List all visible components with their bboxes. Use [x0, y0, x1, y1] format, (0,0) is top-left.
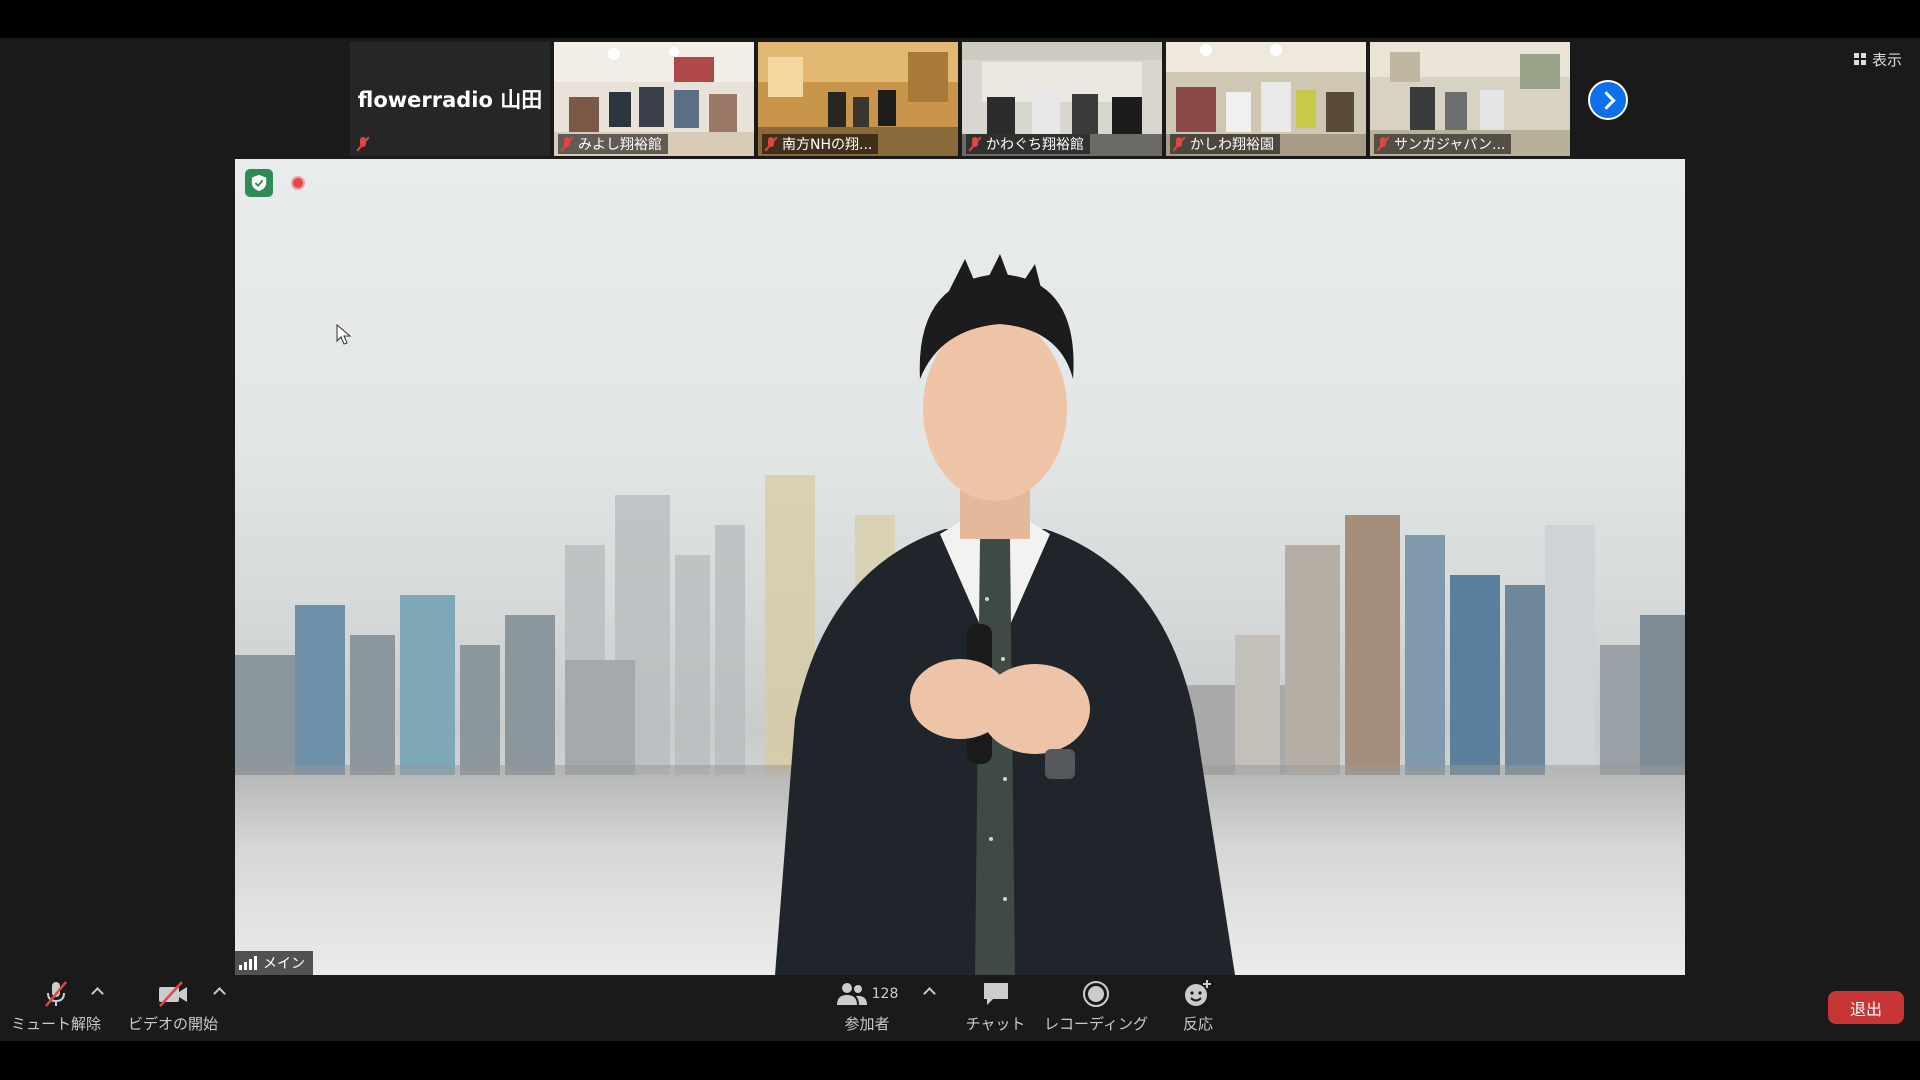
mic-muted-icon	[356, 136, 370, 152]
leave-button[interactable]: 退出	[1828, 991, 1904, 1024]
participants-icon: 128	[836, 979, 899, 1009]
participant-tile[interactable]: かしわ翔裕園	[1166, 42, 1366, 156]
participant-name: サンガジャパン...	[1394, 137, 1506, 153]
speaker-person	[775, 254, 1235, 975]
next-page-arrow-icon[interactable]	[1588, 80, 1628, 120]
mic-muted-icon	[968, 136, 982, 152]
mic-muted-icon	[764, 136, 778, 152]
reaction-smiley-icon	[1183, 979, 1213, 1009]
participants-button[interactable]: 128 参加者	[832, 979, 902, 1034]
chat-button[interactable]: チャット	[963, 979, 1028, 1034]
chat-bubble-icon	[981, 979, 1011, 1009]
participant-name: かわぐち翔裕館	[986, 137, 1084, 153]
recording-indicator-icon	[291, 176, 305, 190]
top-bar	[0, 0, 1920, 38]
mic-muted-icon	[41, 979, 71, 1009]
mic-muted-icon	[1172, 136, 1186, 152]
mic-muted-icon	[560, 136, 574, 152]
reactions-label: 反応	[1182, 1015, 1213, 1033]
view-button[interactable]: 表示	[1853, 48, 1902, 70]
mouse-cursor-icon	[336, 324, 352, 345]
record-icon	[1082, 979, 1110, 1009]
participants-options-caret-icon[interactable]	[923, 987, 936, 1000]
participant-label: かわぐち翔裕館	[966, 134, 1090, 154]
zoom-meeting-window: 表示 flowerradio 山田 みよし翔裕館 南方NHの翔... かわぐち翔…	[0, 0, 1920, 1080]
main-video-label: メイン	[235, 951, 313, 975]
active-speaker-name: flowerradio 山田	[357, 88, 543, 112]
bottom-bar	[0, 1041, 1920, 1080]
start-video-label: ビデオの開始	[128, 1015, 219, 1033]
main-video-name: メイン	[263, 956, 305, 972]
participant-label: サンガジャパン...	[1374, 134, 1512, 154]
tile-mute-indicator	[354, 134, 376, 154]
participant-label: かしわ翔裕園	[1170, 134, 1280, 154]
main-video[interactable]: メイン	[235, 159, 1685, 975]
reactions-button[interactable]: 反応	[1166, 979, 1230, 1034]
signal-strength-icon	[239, 956, 257, 970]
security-shield-icon[interactable]	[245, 169, 273, 197]
meeting-toolbar: ミュート解除 ビデオの開始 128 参加者 チャット レコーディング 反応 退出	[0, 975, 1920, 1041]
recording-button[interactable]: レコーディング	[1044, 979, 1148, 1034]
participant-name: みよし翔裕館	[578, 137, 662, 153]
start-video-button[interactable]: ビデオの開始	[128, 979, 218, 1034]
participants-label: 参加者	[844, 1015, 890, 1033]
video-off-icon	[156, 979, 190, 1009]
participant-name: かしわ翔裕園	[1190, 137, 1274, 153]
participant-label: 南方NHの翔...	[762, 134, 879, 154]
chat-label: チャット	[965, 1015, 1026, 1033]
recording-label: レコーディング	[1044, 1015, 1148, 1033]
participant-tile[interactable]: かわぐち翔裕館	[962, 42, 1162, 156]
participants-count: 128	[871, 986, 899, 1002]
unmute-button[interactable]: ミュート解除	[11, 979, 101, 1034]
participant-tile[interactable]: 南方NHの翔...	[758, 42, 958, 156]
participant-label: みよし翔裕館	[558, 134, 668, 154]
gallery-strip: flowerradio 山田 みよし翔裕館 南方NHの翔... かわぐち翔裕館 …	[350, 42, 1570, 156]
unmute-label: ミュート解除	[11, 1015, 102, 1033]
participant-tile[interactable]: みよし翔裕館	[554, 42, 754, 156]
participant-tile[interactable]: サンガジャパン...	[1370, 42, 1570, 156]
mic-muted-icon	[1376, 136, 1390, 152]
participant-name: 南方NHの翔...	[782, 137, 873, 153]
active-speaker-tile[interactable]: flowerradio 山田	[350, 42, 550, 156]
grid-icon	[1853, 53, 1866, 65]
view-label: 表示	[1871, 50, 1902, 69]
